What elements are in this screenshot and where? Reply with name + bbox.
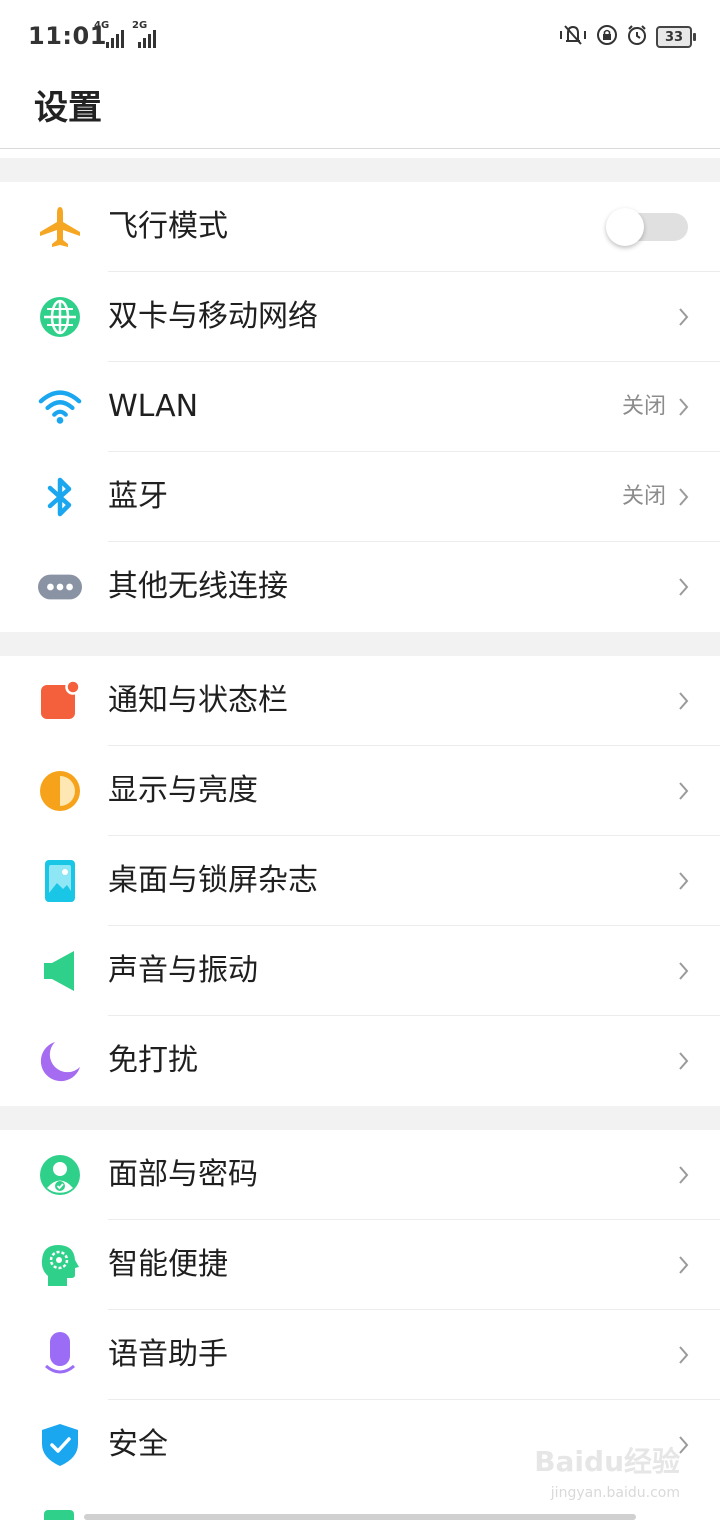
settings-group-connectivity: 飞行模式 双卡与移动网络 WLAN 关闭 蓝牙 关闭 其他无线连接 [0,182,720,632]
setting-voice-assistant[interactable]: 语音助手 [0,1310,720,1400]
chevron-right-icon [678,926,690,1016]
chevron-right-icon [678,1310,690,1400]
section-gap [0,158,720,182]
chevron-right-icon [678,452,690,542]
chevron-right-icon [678,836,690,926]
setting-other-wireless[interactable]: 其他无线连接 [0,542,720,632]
setting-label: 其他无线连接 [108,569,288,604]
setting-value: 关闭 [621,394,666,419]
rotation-lock-icon [596,24,618,50]
airplane-icon [38,205,82,249]
airplane-mode-toggle[interactable] [606,208,688,246]
setting-label: 声音与振动 [108,953,258,988]
setting-display-brightness[interactable]: 显示与亮度 [0,746,720,836]
section-gap [0,1106,720,1130]
setting-face-password[interactable]: 面部与密码 [0,1130,720,1220]
more-dots-icon [38,565,82,609]
chevron-right-icon [678,1220,690,1310]
toggle-knob [606,208,644,246]
brightness-icon [38,769,82,813]
setting-wlan[interactable]: WLAN 关闭 [0,362,720,452]
setting-label: 显示与亮度 [108,773,258,808]
partial-next-item-icon [44,1510,74,1520]
chevron-right-icon [678,656,690,746]
wifi-icon [38,385,82,429]
alarm-icon [626,24,648,50]
setting-value: 关闭 [621,484,666,509]
setting-bluetooth[interactable]: 蓝牙 关闭 [0,452,720,542]
header-divider [0,148,720,149]
sim1-signal-icon: 4G [94,20,124,48]
setting-smart-convenience[interactable]: 智能便捷 [0,1220,720,1310]
mute-icon [558,23,588,51]
sim1-network-type: 4G [94,20,110,31]
setting-dual-sim-network[interactable]: 双卡与移动网络 [0,272,720,362]
bluetooth-icon [38,475,82,519]
chevron-right-icon [678,362,690,452]
setting-label: 安全 [108,1427,168,1462]
status-bar: 11:01 4G 2G 33 [0,0,720,74]
chevron-right-icon [678,1130,690,1220]
section-gap [0,632,720,656]
setting-label: WLAN [108,389,199,424]
setting-label: 通知与状态栏 [108,683,288,718]
setting-label: 面部与密码 [108,1157,258,1192]
watermark-url: jingyan.baidu.com [550,1485,680,1501]
chevron-right-icon [678,542,690,632]
chevron-right-icon [678,272,690,362]
chevron-right-icon [678,1016,690,1106]
chevron-right-icon [678,746,690,836]
speaker-icon [38,949,82,993]
settings-group-security: 面部与密码 智能便捷 语音助手 安全 [0,1130,720,1490]
page-title: 设置 [34,88,102,128]
battery-icon: 33 [656,26,696,48]
sim2-network-type: 2G [132,20,148,31]
setting-notification-status-bar[interactable]: 通知与状态栏 [0,656,720,746]
setting-label: 飞行模式 [108,209,228,244]
sim2-signal-icon: 2G [132,20,162,48]
settings-group-display: 通知与状态栏 显示与亮度 桌面与锁屏杂志 声音与振动 免打扰 [0,656,720,1106]
setting-label: 免打扰 [108,1043,198,1078]
setting-label: 语音助手 [108,1337,228,1372]
shield-icon [38,1423,82,1467]
status-icons: 33 [558,23,696,51]
setting-label: 智能便捷 [108,1247,228,1282]
setting-airplane-mode[interactable]: 飞行模式 [0,182,720,272]
setting-do-not-disturb[interactable]: 免打扰 [0,1016,720,1106]
setting-desktop-lockscreen[interactable]: 桌面与锁屏杂志 [0,836,720,926]
notification-icon [38,679,82,723]
globe-icon [38,295,82,339]
setting-label: 桌面与锁屏杂志 [108,863,318,898]
setting-label: 双卡与移动网络 [108,299,318,334]
setting-sound-vibration[interactable]: 声音与振动 [0,926,720,1016]
bottom-toast-bar [84,1514,636,1520]
face-lock-icon [38,1153,82,1197]
setting-label: 蓝牙 [108,479,168,514]
watermark: Baidu经验 [534,1445,680,1478]
wallpaper-icon [38,859,82,903]
smart-head-icon [38,1243,82,1287]
microphone-icon [38,1332,82,1377]
moon-icon [38,1039,82,1083]
